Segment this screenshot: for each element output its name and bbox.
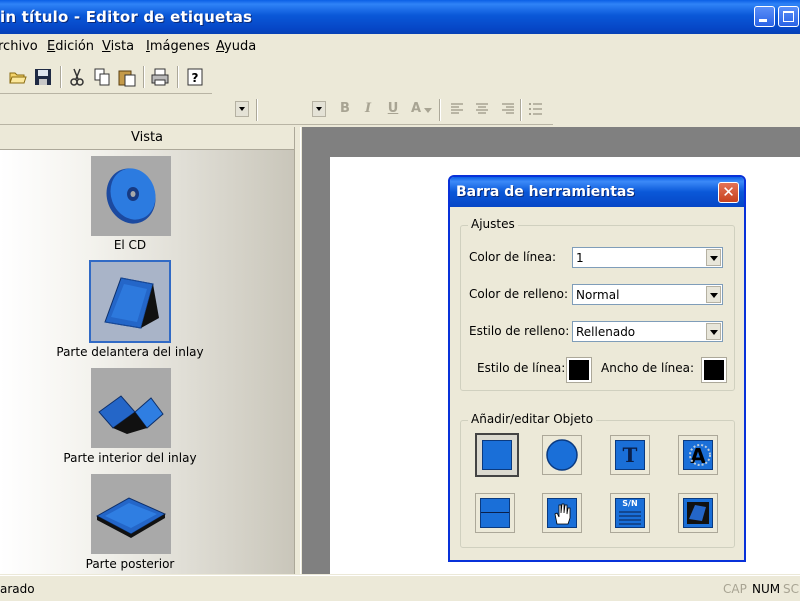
maximize-button[interactable] [778,6,799,27]
cd-icon [106,168,156,224]
line-style-label: Estilo de línea: [477,361,566,375]
underline-button[interactable]: U [384,101,402,117]
minimize-button[interactable] [754,6,775,27]
help-icon[interactable]: ? [185,67,205,87]
font-size-combo[interactable] [265,100,327,118]
bold-button[interactable]: B [336,101,354,117]
title-bar[interactable]: in título - Editor de etiquetas [0,0,800,34]
line-width-swatch[interactable] [701,357,727,383]
toolbar-separator [143,66,145,88]
chevron-down-icon[interactable] [706,323,721,340]
inlay-front-icon [104,277,159,329]
line-color-select[interactable]: 1 [572,247,723,268]
menu-archivo[interactable]: rchivo [0,39,38,54]
chevron-down-icon[interactable] [706,286,721,303]
chevron-down-icon [235,101,249,117]
print-icon[interactable] [150,67,170,87]
dialog-title-bar[interactable]: Barra de herramientas ✕ [450,177,744,207]
align-center-icon[interactable] [474,101,490,120]
view-label-cd: El CD [113,238,147,252]
fill-color-value: Normal [576,288,620,302]
copy-icon[interactable] [92,67,112,87]
standard-toolbar: ? [0,61,212,94]
view-thumb-cd[interactable] [91,156,171,236]
menu-imagenes[interactable]: Imágenes [146,39,210,54]
chevron-down-icon [312,101,326,117]
rectangle-tool-button[interactable] [475,433,519,477]
line-width-label: Ancho de línea: [601,361,695,375]
align-left-icon[interactable] [450,101,466,120]
format-toolbar [0,94,553,125]
serial-number-icon: S/N [615,498,645,528]
select-hand-tool-button[interactable] [542,493,582,533]
cap-indicator: CAP [723,582,747,596]
window-title: in título - Editor de etiquetas [0,8,253,26]
menu-ayuda[interactable]: Ayuda [216,39,256,54]
cut-icon[interactable] [67,67,87,87]
vista-header: Vista [0,127,294,150]
inlay-inner-icon [98,395,164,434]
bullets-icon[interactable] [527,101,543,120]
ellipse-tool-button[interactable] [542,435,582,475]
toolbar-separator [520,99,522,121]
text-icon: T [615,440,645,470]
status-bar: arado CAP NUM SC [0,575,800,601]
line-icon [480,498,510,528]
dialog-title: Barra de herramientas [456,184,635,200]
view-thumb-front-inlay[interactable] [89,260,171,343]
scroll-indicator: SC [783,582,799,596]
toolbar-separator [439,99,441,121]
image-icon [683,498,713,528]
close-button[interactable]: ✕ [718,182,739,203]
pane-splitter[interactable] [294,127,301,574]
serial-number-tool-button[interactable]: S/N [610,493,650,533]
view-label-inner-inlay: Parte interior del inlay [63,451,197,465]
view-label-front-inlay: Parte delantera del inlay [56,345,204,359]
back-cover-icon [95,497,167,538]
text-tool-button[interactable]: T [610,435,650,475]
close-icon: ✕ [722,183,735,201]
italic-button[interactable]: I [359,101,377,117]
menu-vista[interactable]: Vista [102,39,134,54]
line-color-label: Color de línea: [469,250,557,264]
ajustes-legend: Ajustes [468,217,518,231]
toolbar-separator [256,99,258,121]
chevron-down-icon[interactable] [706,249,721,266]
fill-style-value: Rellenado [576,325,636,339]
status-text: arado [0,582,35,596]
ellipse-icon [546,439,578,471]
fill-style-label: Estilo de relleno: [469,324,570,338]
toolbar-separator [177,66,179,88]
line-style-swatch[interactable] [566,357,592,383]
image-tool-button[interactable] [678,493,718,533]
line-tool-button[interactable] [475,493,515,533]
svg-text:?: ? [192,71,199,85]
hand-icon [547,498,577,528]
toolbox-dialog: Barra de herramientas ✕ Ajustes Color de… [448,175,746,562]
paste-icon[interactable] [117,67,137,87]
menu-edicion[interactable]: Edición [47,39,94,54]
minimize-icon [759,19,767,22]
font-name-combo[interactable] [0,100,249,118]
menu-bar: rchivo Edición Vista Imágenes Ayuda [0,34,800,60]
objects-legend: Añadir/editar Objeto [468,412,597,426]
save-icon[interactable] [33,67,53,87]
line-color-value: 1 [576,251,584,265]
view-thumb-back[interactable] [91,474,171,554]
fill-color-label: Color de relleno: [469,287,569,301]
open-folder-icon[interactable] [8,67,28,87]
align-right-icon[interactable] [499,101,515,120]
toolbar-separator [60,66,62,88]
fill-style-select[interactable]: Rellenado [572,321,723,342]
view-thumb-inner-inlay[interactable] [91,368,171,448]
curved-text-icon: A [683,440,713,470]
chevron-down-icon [424,108,432,113]
curved-text-tool-button[interactable]: A [678,435,718,475]
font-color-button[interactable]: A [407,101,425,117]
view-label-back: Parte posterior [85,557,175,571]
rectangle-icon [482,440,512,470]
fill-color-select[interactable]: Normal [572,284,723,305]
num-indicator: NUM [752,582,781,596]
